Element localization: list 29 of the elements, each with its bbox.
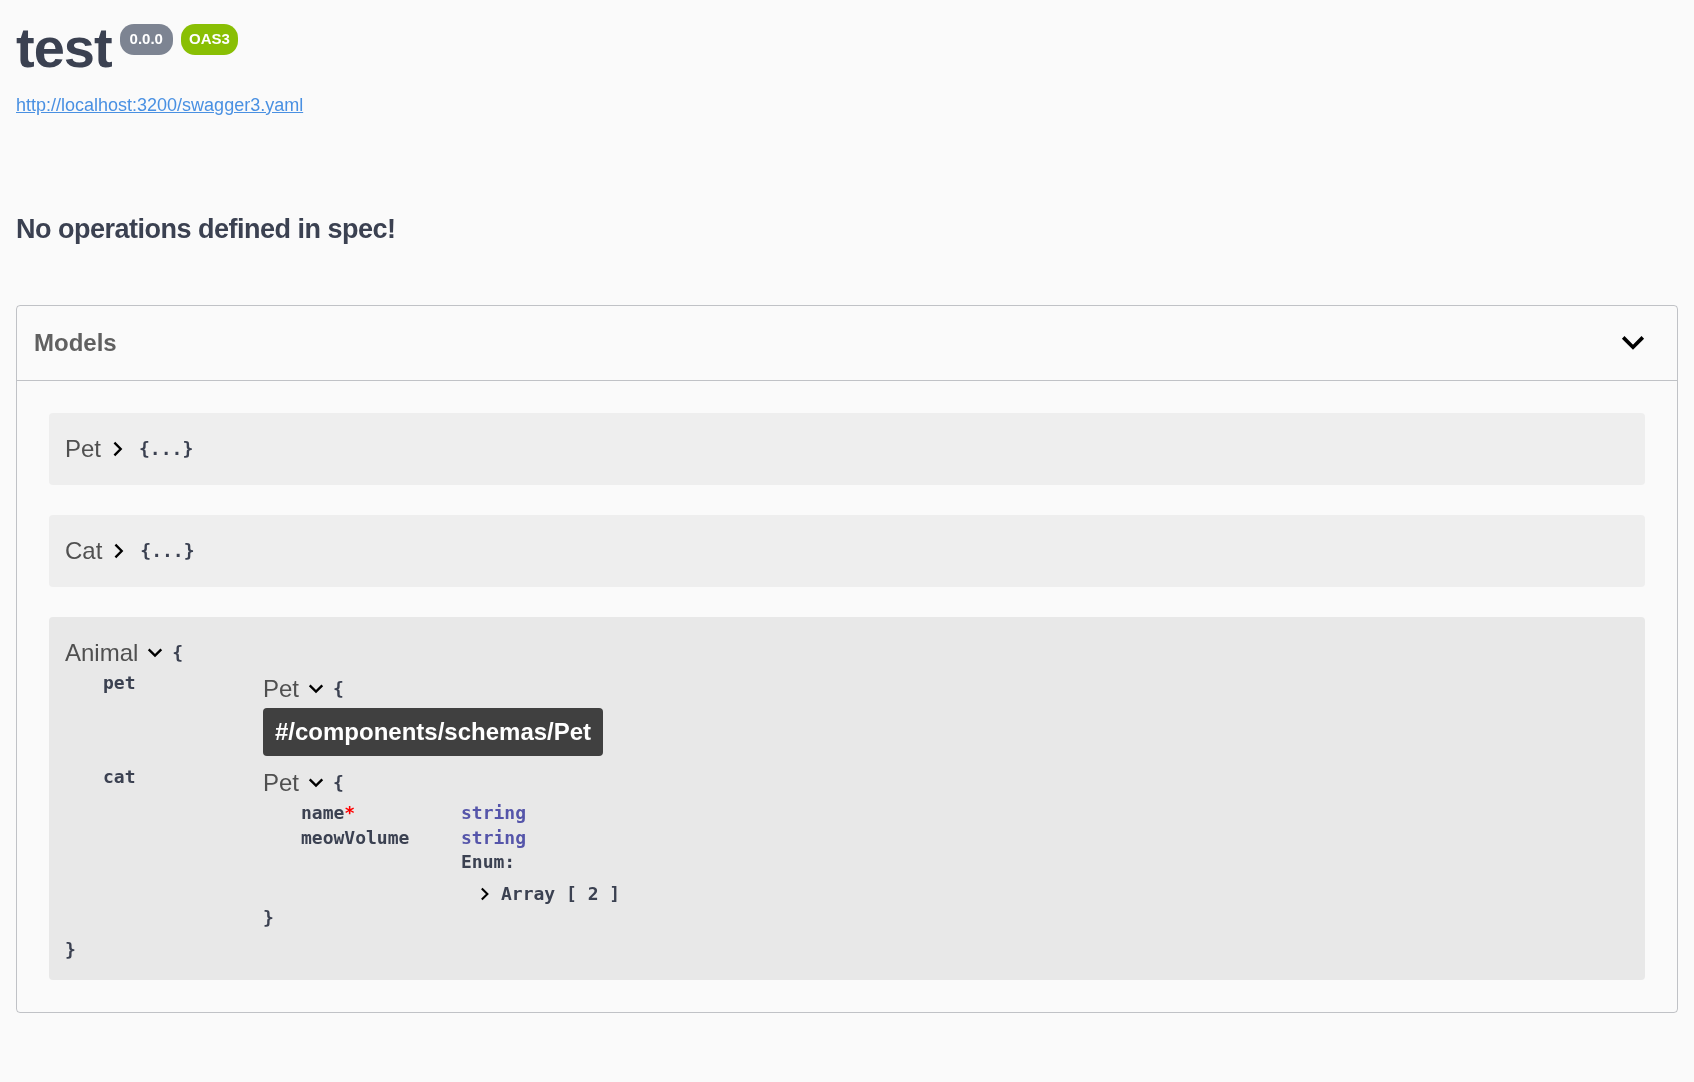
model-name[interactable]: Animal	[65, 634, 139, 671]
model-card[interactable]: Cat {...}	[49, 514, 1645, 587]
property-name: name*	[301, 801, 356, 823]
brace: {	[172, 640, 184, 665]
brace: }	[65, 937, 77, 962]
collapsed-model: {...}	[139, 436, 194, 461]
property-type: string	[461, 825, 528, 850]
property-name: pet	[103, 671, 136, 693]
brace: }	[263, 905, 275, 930]
model-name[interactable]: Pet	[263, 764, 300, 801]
empty-message: No operations defined in spec!	[16, 213, 397, 246]
model-name[interactable]: Cat	[65, 532, 103, 569]
model-name[interactable]: Pet	[65, 430, 102, 467]
section-title: Models	[34, 327, 117, 358]
property-type: string	[461, 800, 527, 825]
api-title: test	[16, 20, 112, 76]
version-badge: 0.0.0	[119, 24, 173, 55]
enum-label: Enum:	[461, 849, 517, 874]
model-name[interactable]: Pet	[263, 670, 300, 707]
model-card[interactable]: Animal { pet Pet { #/components/schemas/Pet cat Pet { name* string meowVolume string Enum: Array [ 2 ] } }	[49, 616, 1645, 980]
enum-array[interactable]: Array [ 2 ]	[501, 881, 621, 906]
property-name: cat	[103, 765, 136, 787]
model-card[interactable]: Pet {...}	[49, 412, 1645, 485]
collapsed-model: {...}	[140, 538, 195, 563]
brace: {	[333, 676, 344, 701]
spec-badge: OAS3	[180, 24, 238, 55]
tooltip: #/components/schemas/Pet	[263, 707, 604, 756]
property-name: meowVolume	[301, 826, 410, 848]
brace: {	[333, 770, 344, 795]
